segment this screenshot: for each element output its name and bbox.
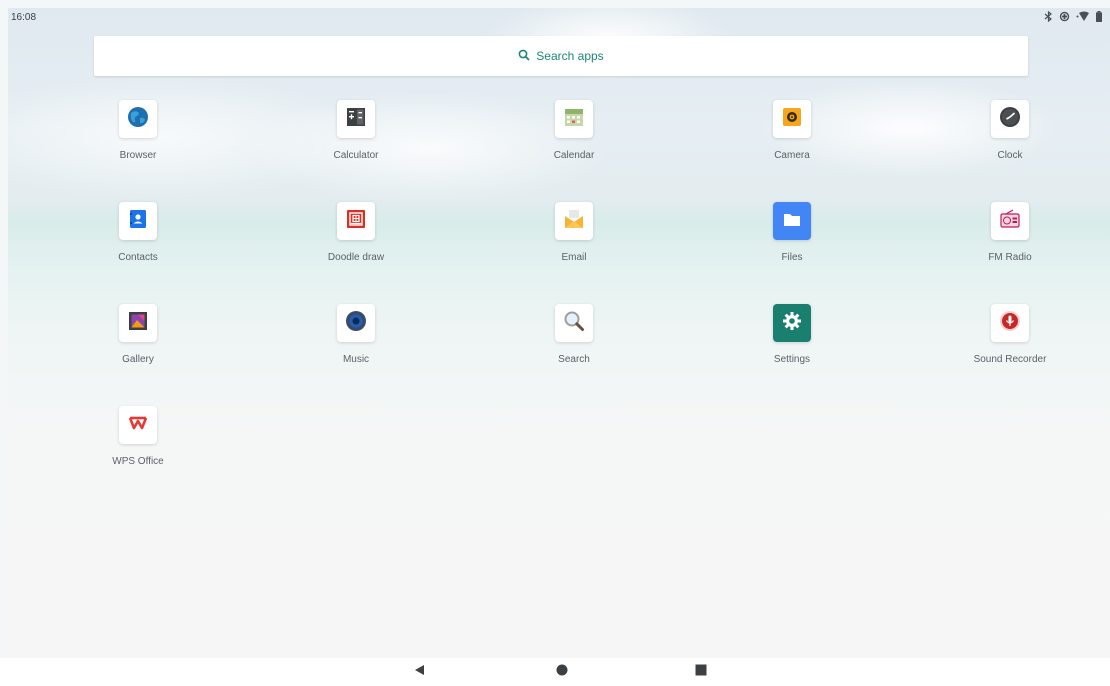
app-contacts[interactable]: Contacts bbox=[63, 202, 213, 282]
magnifier-icon bbox=[562, 309, 586, 338]
status-icons bbox=[1044, 10, 1102, 25]
app-label: Sound Recorder bbox=[973, 354, 1047, 365]
search-apps-label: Search apps bbox=[536, 49, 604, 63]
app-label: Browser bbox=[119, 150, 157, 161]
data-saver-icon bbox=[1059, 11, 1070, 25]
home-button[interactable] bbox=[555, 663, 569, 681]
app-label: Music bbox=[342, 354, 370, 365]
search-apps-bar[interactable]: Search apps bbox=[94, 36, 1028, 76]
app-label: Files bbox=[781, 252, 803, 263]
app-files[interactable]: Files bbox=[717, 202, 867, 282]
app-calculator[interactable]: Calculator bbox=[281, 100, 431, 180]
app-browser[interactable]: Browser bbox=[63, 100, 213, 180]
email-icon bbox=[562, 207, 586, 236]
back-button[interactable] bbox=[412, 665, 426, 679]
navigation-bar bbox=[0, 658, 1110, 686]
wifi-icon bbox=[1076, 11, 1090, 25]
contacts-icon bbox=[126, 207, 150, 236]
calendar-icon bbox=[562, 105, 586, 134]
clock-icon bbox=[998, 105, 1022, 134]
app-fm-radio[interactable]: FM Radio bbox=[935, 202, 1085, 282]
app-settings[interactable]: Settings bbox=[717, 304, 867, 384]
files-folder-icon bbox=[780, 207, 804, 236]
app-label: Search bbox=[558, 354, 590, 365]
app-label: Doodle draw bbox=[327, 252, 385, 263]
app-calendar[interactable]: Calendar bbox=[499, 100, 649, 180]
gallery-icon bbox=[126, 309, 150, 338]
music-speaker-icon bbox=[344, 309, 368, 338]
browser-globe-icon bbox=[126, 105, 150, 134]
app-label: FM Radio bbox=[988, 252, 1032, 263]
bluetooth-icon bbox=[1044, 10, 1053, 25]
app-label: Email bbox=[561, 252, 587, 263]
app-label: Gallery bbox=[122, 354, 154, 365]
back-icon bbox=[413, 663, 425, 681]
status-time: 16:08 bbox=[11, 12, 37, 23]
recents-icon bbox=[695, 663, 707, 681]
settings-gear-icon bbox=[780, 309, 804, 338]
app-camera[interactable]: Camera bbox=[717, 100, 867, 180]
app-label: WPS Office bbox=[112, 456, 164, 467]
status-bar: 16:08 bbox=[8, 8, 1110, 28]
app-label: Camera bbox=[774, 150, 810, 161]
calculator-icon bbox=[344, 105, 368, 134]
radio-icon bbox=[998, 207, 1022, 236]
app-label: Calendar bbox=[553, 150, 595, 161]
app-label: Clock bbox=[997, 150, 1023, 161]
app-label: Contacts bbox=[118, 252, 158, 263]
doodle-draw-icon bbox=[344, 207, 368, 236]
app-sound-recorder[interactable]: Sound Recorder bbox=[935, 304, 1085, 384]
camera-icon bbox=[780, 105, 804, 134]
wps-office-icon bbox=[126, 411, 150, 440]
home-icon bbox=[556, 663, 568, 681]
app-search[interactable]: Search bbox=[499, 304, 649, 384]
app-gallery[interactable]: Gallery bbox=[63, 304, 213, 384]
battery-icon bbox=[1096, 11, 1102, 25]
app-wps-office[interactable]: WPS Office bbox=[63, 406, 213, 486]
app-label: Calculator bbox=[333, 150, 379, 161]
app-doodle-draw[interactable]: Doodle draw bbox=[281, 202, 431, 282]
app-label: Settings bbox=[773, 354, 811, 365]
app-clock[interactable]: Clock bbox=[935, 100, 1085, 180]
app-music[interactable]: Music bbox=[281, 304, 431, 384]
microphone-icon bbox=[998, 309, 1022, 338]
app-email[interactable]: Email bbox=[499, 202, 649, 282]
recents-button[interactable] bbox=[694, 663, 708, 681]
search-icon bbox=[518, 49, 530, 64]
